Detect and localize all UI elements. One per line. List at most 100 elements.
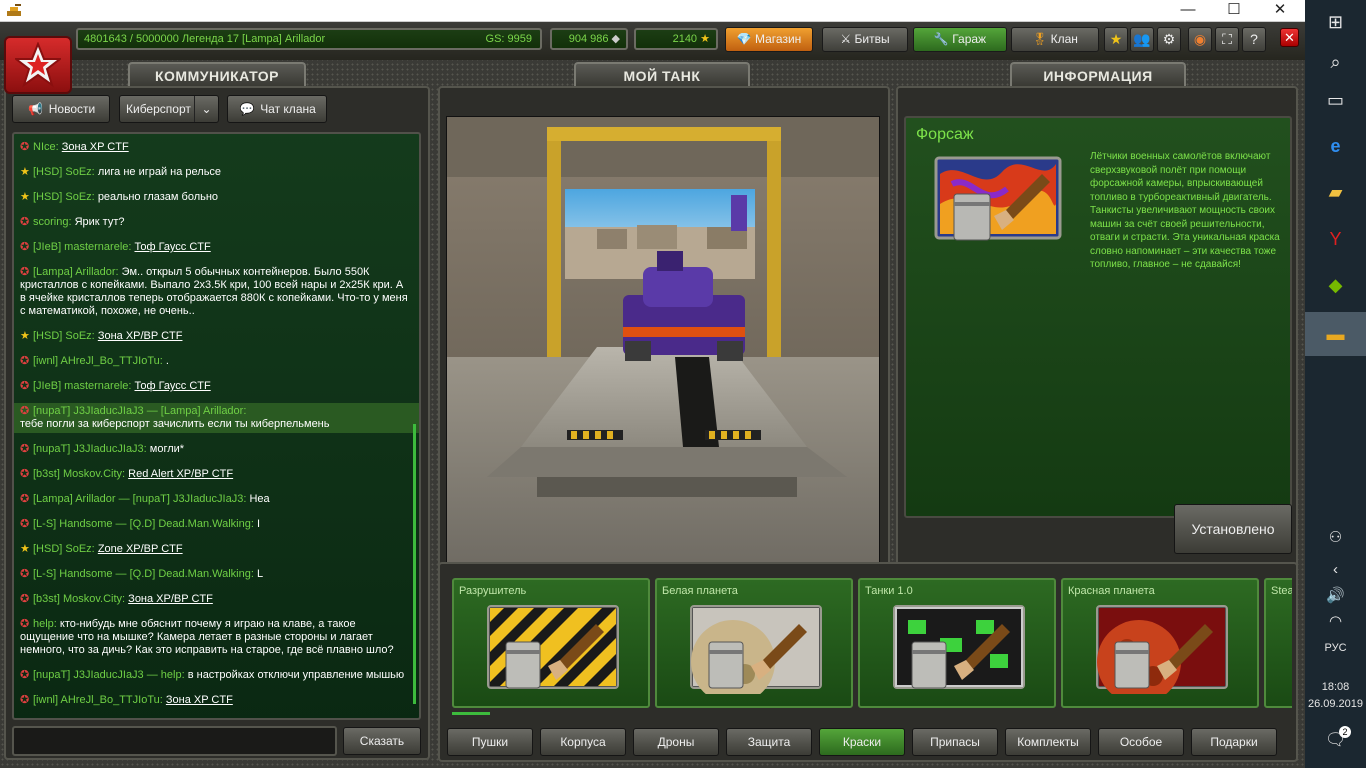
- chat-nick[interactable]: [b3st] Moskov.City:: [33, 593, 125, 605]
- clan-button[interactable]: 🎖 Клан: [1011, 27, 1099, 52]
- chat-nick[interactable]: [iwnl] AHreJl_Bo_TTJIoTu:: [33, 694, 163, 706]
- game-area: 4801643 / 5000000 Легенда 17 [Lampa] Ari…: [0, 22, 1305, 768]
- garage-tab[interactable]: Пушки: [447, 728, 533, 756]
- chat-message: ✪ help: кто-нибудь мне обяснит почему я и…: [14, 616, 419, 659]
- chat-text: L: [256, 568, 264, 580]
- network-icon[interactable]: ◠: [1305, 600, 1366, 644]
- garage-tab[interactable]: Подарки: [1191, 728, 1277, 756]
- garage-tab[interactable]: Краски: [819, 728, 905, 756]
- chat-nick[interactable]: [Lampa] Arillador — [nupaT] J3JIaducJIaJ…: [33, 493, 246, 505]
- chat-nick[interactable]: [JIeB] masternarele:: [33, 241, 131, 253]
- friends-icon[interactable]: 👥: [1130, 27, 1154, 52]
- chat-nick[interactable]: Cougar:: [33, 719, 72, 720]
- notifications-icon[interactable]: 🗨 2: [1305, 718, 1366, 762]
- battle-link[interactable]: Зона XP CTF: [166, 694, 233, 706]
- tank-game-taskbar-icon[interactable]: ▬: [1305, 312, 1366, 356]
- chat-nick[interactable]: [nupaT] J3JIaducJIaJ3 — help:: [33, 669, 185, 681]
- paint-card[interactable]: Белая планета: [655, 578, 853, 708]
- chat-nick[interactable]: [L-S] Handsome — [Q.D] Dead.Man.Walking:: [33, 518, 254, 530]
- garage-tab[interactable]: Защита: [726, 728, 812, 756]
- megaphone-icon: 📢: [28, 102, 44, 116]
- help-icon[interactable]: ?: [1242, 27, 1266, 52]
- chat-text: кто-нибудь мне обяснит почему я играю на…: [20, 618, 394, 656]
- chat-nick[interactable]: scoring:: [33, 216, 72, 228]
- rank-icon: ✪: [20, 493, 30, 505]
- clan-chat-button[interactable]: 💬 Чат клана: [227, 95, 327, 123]
- paint-thumbnail-icon: [893, 605, 1025, 689]
- news-button[interactable]: 📢 Новости: [12, 95, 110, 123]
- clock-date[interactable]: 26.09.2019: [1305, 698, 1366, 710]
- game-close-icon[interactable]: ✕: [1280, 28, 1299, 47]
- edge-browser-icon[interactable]: e: [1305, 124, 1366, 168]
- chat-nick[interactable]: [HSD] SoEz:: [33, 543, 95, 555]
- crystal-icon: ◆: [611, 33, 620, 45]
- premium-star-icon: ★: [20, 166, 30, 178]
- chat-nick[interactable]: [HSD] SoEz:: [33, 330, 95, 342]
- chat-nick[interactable]: [b3st] Moskov.City:: [33, 468, 125, 480]
- windows-taskbar: ⊞ ⌕ ▭ e ▰ Y ◆ ▬ ⚇ ‹ 🔊 ◠ РУС 18:08 26.09.…: [1305, 0, 1366, 768]
- chat-nick[interactable]: NIce:: [33, 141, 59, 153]
- chat-nick[interactable]: help:: [33, 618, 57, 630]
- battle-link[interactable]: Зона XP/BP CTF: [128, 593, 213, 605]
- medal-icon: 🎖: [1032, 32, 1048, 46]
- language-indicator[interactable]: РУС: [1305, 642, 1366, 654]
- battles-button[interactable]: ⚔ Битвы: [822, 27, 908, 52]
- task-view-icon[interactable]: ▭: [1305, 78, 1366, 122]
- yandex-browser-icon[interactable]: Y: [1305, 217, 1366, 261]
- battle-link[interactable]: Тоф Гаусс CTF: [135, 380, 211, 392]
- battle-link[interactable]: Тоф Гаусс CTF: [135, 241, 211, 253]
- rank-icon: ✪: [20, 266, 30, 278]
- battle-link[interactable]: Станция XP/BP CTF: [75, 719, 178, 720]
- chat-scrollbar[interactable]: [413, 424, 416, 704]
- chat-nick[interactable]: [HSD] SoEz:: [33, 191, 95, 203]
- battle-link[interactable]: Зона XP CTF: [62, 141, 129, 153]
- chat-text: могли*: [149, 443, 185, 455]
- chat-nick[interactable]: [HSD] SoEz:: [33, 166, 95, 178]
- window-close-button[interactable]: ✕: [1257, 0, 1303, 22]
- paint-strip: Разрушитель Белая планета Танки 1.0 Красная…: [446, 570, 1292, 720]
- paint-card[interactable]: Танки 1.0: [858, 578, 1056, 708]
- installed-button[interactable]: Установлено: [1174, 504, 1292, 554]
- chat-message-list: ✪ NIce: Зона XP CTF ★ [HSD] SoEz: лига не и…: [14, 134, 419, 720]
- garage-tab[interactable]: Припасы: [912, 728, 998, 756]
- chat-nick[interactable]: [L-S] Handsome — [Q.D] Dead.Man.Walking:: [33, 568, 254, 580]
- my-tank-tab: МОЙ ТАНК: [574, 62, 750, 89]
- chat-input[interactable]: [12, 726, 337, 756]
- paint-card[interactable]: Красная планета: [1061, 578, 1259, 708]
- maximize-button[interactable]: ☐: [1211, 0, 1257, 22]
- garage-button[interactable]: 🔧 Гараж: [913, 27, 1007, 52]
- crystals-value: 904 986: [568, 33, 609, 45]
- windows-start-icon[interactable]: ⊞: [1305, 0, 1366, 44]
- garage-tab[interactable]: Комплекты: [1005, 728, 1091, 756]
- settings-gear-icon[interactable]: ⚙: [1157, 27, 1181, 52]
- file-explorer-icon[interactable]: ▰: [1305, 170, 1366, 214]
- send-button[interactable]: Сказать: [343, 727, 421, 755]
- nvidia-icon[interactable]: ◆: [1305, 263, 1366, 307]
- battle-link[interactable]: Red Alert XP/BP CTF: [128, 468, 233, 480]
- fullscreen-icon[interactable]: ⛶: [1215, 27, 1239, 52]
- swords-icon: ⚔: [840, 32, 852, 46]
- channel-select[interactable]: Киберспорт ⌄: [119, 95, 219, 123]
- paint-card[interactable]: Разрушитель: [452, 578, 650, 708]
- garage-tab[interactable]: Корпуса: [540, 728, 626, 756]
- battle-link[interactable]: Zone XP/BP CTF: [98, 543, 183, 555]
- chat-nick[interactable]: [Lampa] Arillador:: [33, 266, 119, 278]
- paint-card[interactable]: Stea: [1264, 578, 1292, 708]
- strip-scroll-indicator[interactable]: [452, 712, 490, 715]
- favorites-star-icon[interactable]: ★: [1104, 27, 1128, 52]
- minimize-button[interactable]: —: [1165, 0, 1211, 22]
- chat-nick[interactable]: [nupaT] J3JIaducJIaJ3 — [Lampa] Arillado…: [33, 405, 246, 417]
- chat-nick[interactable]: [JIeB] masternarele:: [33, 380, 131, 392]
- chat-message: ✪ [nupaT] J3JIaducJIaJ3 — help: в настрой…: [14, 667, 419, 684]
- chat-text: реально глазам больно: [97, 191, 219, 203]
- shop-button[interactable]: 💎 Магазин: [725, 27, 813, 52]
- garage-tab[interactable]: Особое: [1098, 728, 1184, 756]
- tank-viewport[interactable]: [446, 116, 880, 572]
- chat-message: ✪ [nupaT] J3JIaducJIaJ3: могли*: [14, 441, 419, 458]
- clock-time[interactable]: 18:08: [1305, 681, 1366, 693]
- garage-tab[interactable]: Дроны: [633, 728, 719, 756]
- battle-link[interactable]: Зона XP/BP CTF: [98, 330, 183, 342]
- chat-nick[interactable]: [nupaT] J3JIaducJIaJ3:: [33, 443, 147, 455]
- chat-nick[interactable]: [iwnl] AHreJl_Bo_TTJIoTu:: [33, 355, 163, 367]
- sound-icon[interactable]: ◉: [1188, 27, 1212, 52]
